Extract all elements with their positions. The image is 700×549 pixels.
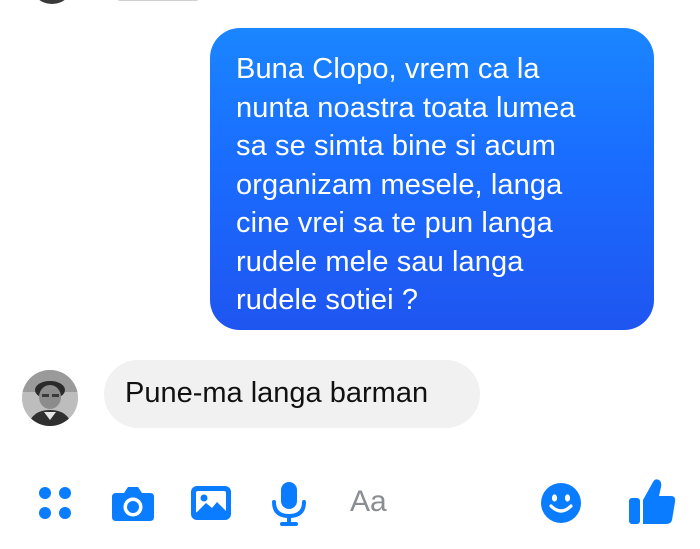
previous-message-stub: [118, 0, 198, 1]
avatar-photo-icon: [22, 370, 78, 426]
message-input-placeholder[interactable]: Aa: [350, 484, 387, 520]
previous-avatar: [30, 0, 74, 4]
messenger-screen: Buna Clopo, vrem ca la nunta noastra toa…: [0, 0, 700, 549]
incoming-message-bubble[interactable]: Pune-ma langa barman: [104, 360, 480, 428]
camera-icon[interactable]: [108, 478, 158, 528]
image-gallery-icon[interactable]: [186, 478, 236, 528]
message-thread[interactable]: Buna Clopo, vrem ca la nunta noastra toa…: [0, 0, 700, 460]
avatar[interactable]: [22, 370, 78, 426]
microphone-icon[interactable]: [264, 478, 314, 528]
thumbs-up-icon[interactable]: [626, 474, 678, 528]
outgoing-message-bubble[interactable]: Buna Clopo, vrem ca la nunta noastra toa…: [210, 28, 654, 330]
message-composer: Aa: [0, 460, 700, 549]
incoming-message-row: Pune-ma langa barman: [0, 352, 700, 432]
apps-dots-icon[interactable]: [30, 478, 80, 528]
smiley-emoji-icon[interactable]: [536, 478, 586, 528]
